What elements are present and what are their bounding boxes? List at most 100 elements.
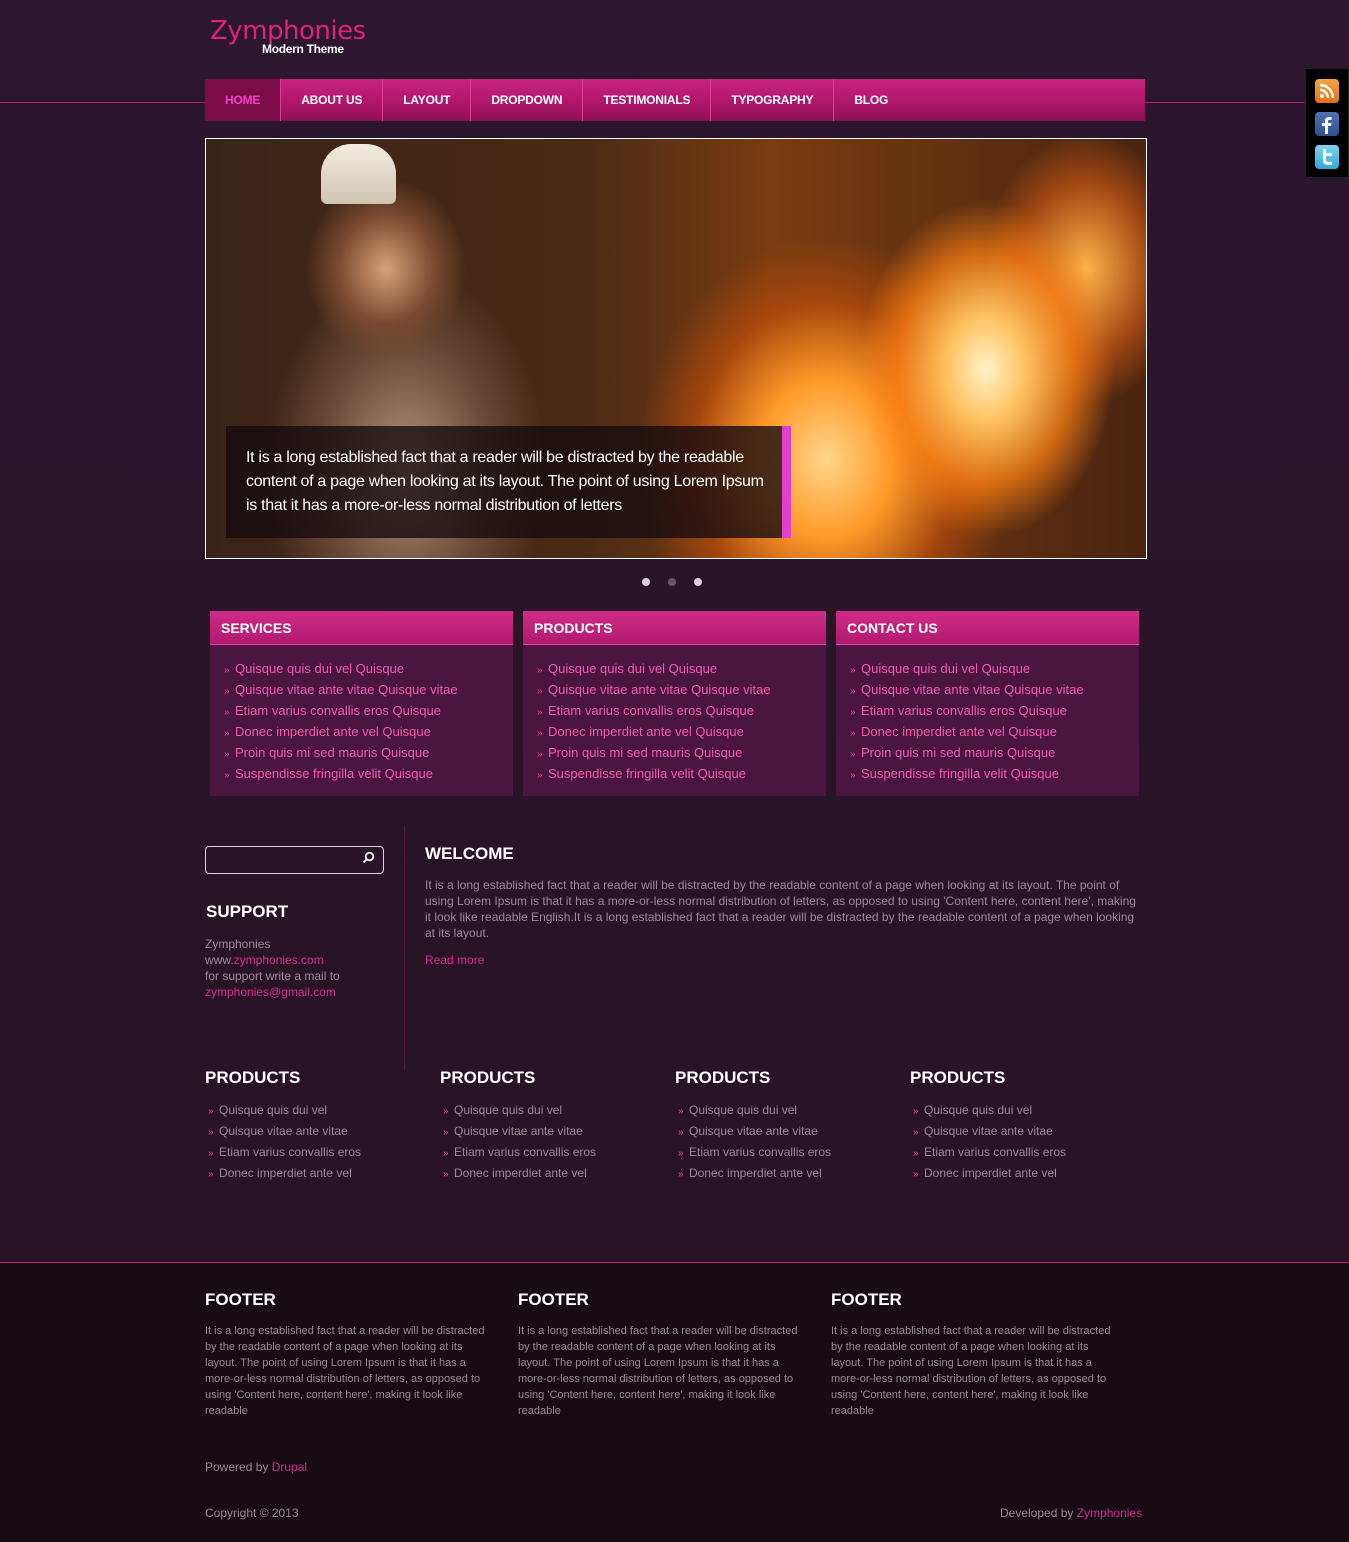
products-list: » Quisque quis dui vel » Quisque vitae ant… — [910, 1102, 1066, 1186]
footer-title: FOOTER — [205, 1290, 276, 1309]
list-item[interactable]: » Etiam varius convallis eros — [675, 1144, 831, 1165]
slide-caption: It is a long established fact that a rea… — [226, 426, 791, 538]
list-item[interactable]: » Quisque vitae ante vitae — [910, 1123, 1066, 1144]
list-item[interactable]: » Etiam varius convallis eros Quisque — [537, 702, 826, 723]
support-name: Zymphonies — [205, 937, 271, 951]
list-item[interactable]: » Quisque vitae ante vitae — [440, 1123, 596, 1144]
list-item[interactable]: » Donec imperdiet ante vel — [440, 1165, 596, 1186]
website-link[interactable]: zymphonies.com — [234, 953, 324, 967]
nav-item-home[interactable]: HOME — [205, 79, 282, 121]
welcome-title: WELCOME — [425, 844, 514, 863]
site-logo[interactable]: Zymphonies Modern Theme — [210, 16, 366, 56]
list-item[interactable]: » Quisque quis dui vel Quisque — [537, 660, 826, 681]
list-item[interactable]: » Quisque vitae ante vitae Quisque vitae — [537, 681, 826, 702]
social-bar — [1305, 68, 1349, 178]
list-item[interactable]: » Quisque vitae ante vitae Quisque vitae — [850, 681, 1139, 702]
arrow-icon: » — [537, 665, 543, 676]
developed-by: Developed by Zymphonies — [1000, 1506, 1143, 1520]
slider-dot-2[interactable] — [668, 578, 676, 586]
products-list: » Quisque quis dui vel » Quisque vitae ant… — [675, 1102, 831, 1186]
slider-dot-1[interactable] — [642, 578, 650, 586]
nav-item-blog[interactable]: BLOG — [834, 79, 908, 121]
arrow-icon: » — [443, 1148, 449, 1159]
products-box: PRODUCTS » Quisque quis dui vel Quisque »… — [523, 611, 826, 796]
support-email-link[interactable]: zymphonies@gmail.com — [205, 984, 340, 1000]
arrow-icon: » — [850, 770, 856, 781]
list-item[interactable]: » Proin quis mi sed mauris Quisque — [224, 744, 513, 765]
welcome-text: It is a long established fact that a rea… — [425, 878, 1136, 940]
footer-text: It is a long established fact that a rea… — [205, 1325, 485, 1417]
services-box: SERVICES » Quisque quis dui vel Quisque »… — [210, 611, 513, 796]
list-item[interactable]: » Suspendisse fringilla velit Quisque — [537, 765, 826, 786]
arrow-icon: » — [913, 1106, 919, 1117]
list-item[interactable]: » Donec imperdiet ante vel Quisque — [224, 723, 513, 744]
read-more-link[interactable]: Read more — [425, 953, 484, 967]
arrow-icon: » — [850, 749, 856, 760]
list-item[interactable]: » Donec imperdiet ante vel Quisque — [537, 723, 826, 744]
arrow-icon: » — [678, 1127, 684, 1138]
list-item[interactable]: » Donec imperdiet ante vel — [910, 1165, 1066, 1186]
drupal-link[interactable]: Drupal — [272, 1460, 307, 1474]
list-item[interactable]: » Proin quis mi sed mauris Quisque — [537, 744, 826, 765]
list-item[interactable]: » Etiam varius convallis eros Quisque — [224, 702, 513, 723]
list-item[interactable]: » Quisque quis dui vel Quisque — [850, 660, 1139, 681]
list-item[interactable]: » Etiam varius convallis eros — [440, 1144, 596, 1165]
nav-item-testimonials[interactable]: TESTIMONIALS — [583, 79, 712, 121]
copyright: Copyright © 2013 — [205, 1506, 299, 1520]
list-item[interactable]: » Etiam varius convallis eros Quisque — [850, 702, 1139, 723]
list-item[interactable]: » Suspendisse fringilla velit Quisque — [224, 765, 513, 786]
box-title: PRODUCTS — [523, 611, 826, 645]
slide-image — [321, 144, 396, 204]
list-item[interactable]: » Quisque quis dui vel — [205, 1102, 361, 1123]
nav-item-layout[interactable]: LAYOUT — [383, 79, 472, 121]
support-block: Zymphonies www.zymphonies.com for suppor… — [205, 936, 340, 1000]
search-icon[interactable] — [362, 851, 375, 867]
slide-caption-text: It is a long established fact that a rea… — [246, 449, 764, 514]
footer-title: FOOTER — [518, 1290, 589, 1309]
list-item[interactable]: » Quisque quis dui vel Quisque — [224, 660, 513, 681]
support-note: for support write a mail to — [205, 969, 340, 983]
arrow-icon: » — [208, 1169, 214, 1180]
list-item[interactable]: » Quisque quis dui vel — [675, 1102, 831, 1123]
list-item[interactable]: » Donec imperdiet ante vel — [675, 1165, 831, 1186]
list-item[interactable]: » Quisque quis dui vel — [910, 1102, 1066, 1123]
arrow-icon: » — [850, 686, 856, 697]
rss-icon[interactable] — [1315, 79, 1339, 103]
list-item[interactable]: » Quisque vitae ante vitae Quisque vitae — [224, 681, 513, 702]
products-title: PRODUCTS — [440, 1068, 536, 1087]
arrow-icon: » — [678, 1106, 684, 1117]
facebook-icon[interactable] — [1315, 112, 1339, 136]
search-input[interactable] — [205, 846, 384, 874]
arrow-icon: » — [224, 665, 230, 676]
list-item[interactable]: » Quisque vitae ante vitae — [205, 1123, 361, 1144]
nav-item-about-us[interactable]: ABOUT US — [281, 79, 384, 121]
list-item[interactable]: » Donec imperdiet ante vel — [205, 1165, 361, 1186]
support-website: www.zymphonies.com — [205, 953, 324, 967]
nav-item-dropdown[interactable]: DROPDOWN — [471, 79, 584, 121]
contact-box: CONTACT US » Quisque quis dui vel Quisque… — [836, 611, 1139, 796]
list-item[interactable]: » Donec imperdiet ante vel Quisque — [850, 723, 1139, 744]
slider-dot-3[interactable] — [694, 578, 702, 586]
list-item[interactable]: » Quisque quis dui vel — [440, 1102, 596, 1123]
twitter-icon[interactable] — [1315, 145, 1339, 169]
arrow-icon: » — [537, 728, 543, 739]
footer-text: It is a long established fact that a rea… — [831, 1325, 1111, 1417]
hero-slider[interactable]: It is a long established fact that a rea… — [205, 138, 1147, 559]
powered-by: Powered by Drupal — [205, 1460, 308, 1474]
list-item[interactable]: » Proin quis mi sed mauris Quisque — [850, 744, 1139, 765]
developer-link[interactable]: Zymphonies — [1077, 1506, 1142, 1520]
list-item[interactable]: » Etiam varius convallis eros — [910, 1144, 1066, 1165]
support-title: SUPPORT — [206, 902, 289, 921]
arrow-icon: » — [678, 1148, 684, 1159]
arrow-icon: » — [537, 749, 543, 760]
list-item[interactable]: » Quisque vitae ante vitae — [675, 1123, 831, 1144]
arrow-icon: » — [443, 1106, 449, 1117]
box-title: SERVICES — [210, 611, 513, 645]
nav-item-typography[interactable]: TYPOGRAPHY — [711, 79, 835, 121]
list-item[interactable]: » Suspendisse fringilla velit Quisque — [850, 765, 1139, 786]
products-title: PRODUCTS — [910, 1068, 1006, 1087]
arrow-icon: » — [850, 707, 856, 718]
list-item[interactable]: » Etiam varius convallis eros — [205, 1144, 361, 1165]
arrow-icon: » — [850, 728, 856, 739]
footer-text: It is a long established fact that a rea… — [518, 1325, 798, 1417]
